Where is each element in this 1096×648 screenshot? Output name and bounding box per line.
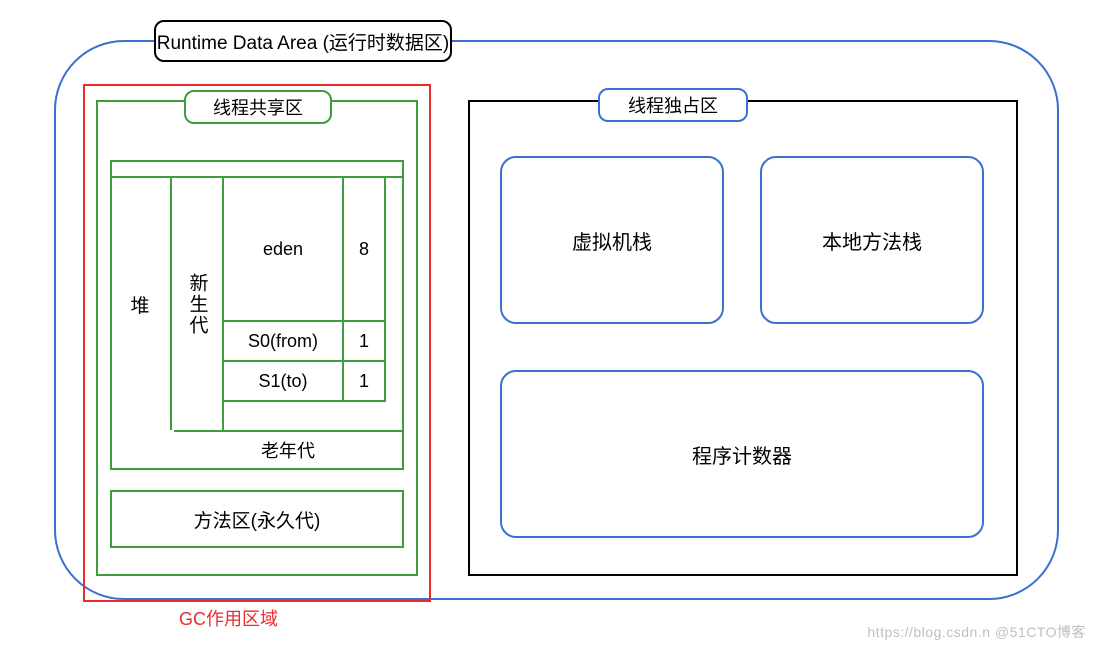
method-area-box: 方法区(永久代): [110, 490, 404, 548]
program-counter-box: 程序计数器: [500, 370, 984, 538]
s1-ratio-cell: 1: [344, 362, 386, 402]
thread-shared-area-title: 线程共享区: [184, 90, 332, 124]
eden-cell: eden: [224, 178, 344, 322]
old-generation-cell: 老年代: [174, 430, 402, 468]
native-method-stack-box: 本地方法栈: [760, 156, 984, 324]
eden-ratio-cell: 8: [344, 178, 386, 322]
watermark-text: https://blog.csdn.n @51CTO博客: [867, 622, 1086, 642]
s0-cell: S0(from): [224, 322, 344, 362]
runtime-data-area-title: Runtime Data Area (运行时数据区): [154, 20, 452, 62]
heap-label: 堆: [110, 178, 172, 430]
s0-ratio-cell: 1: [344, 322, 386, 362]
gc-region-label: GC作用区域: [175, 605, 282, 631]
vm-stack-box: 虚拟机栈: [500, 156, 724, 324]
s1-cell: S1(to): [224, 362, 344, 402]
thread-private-area-title: 线程独占区: [598, 88, 748, 122]
young-generation-label: 新生代: [172, 178, 224, 430]
